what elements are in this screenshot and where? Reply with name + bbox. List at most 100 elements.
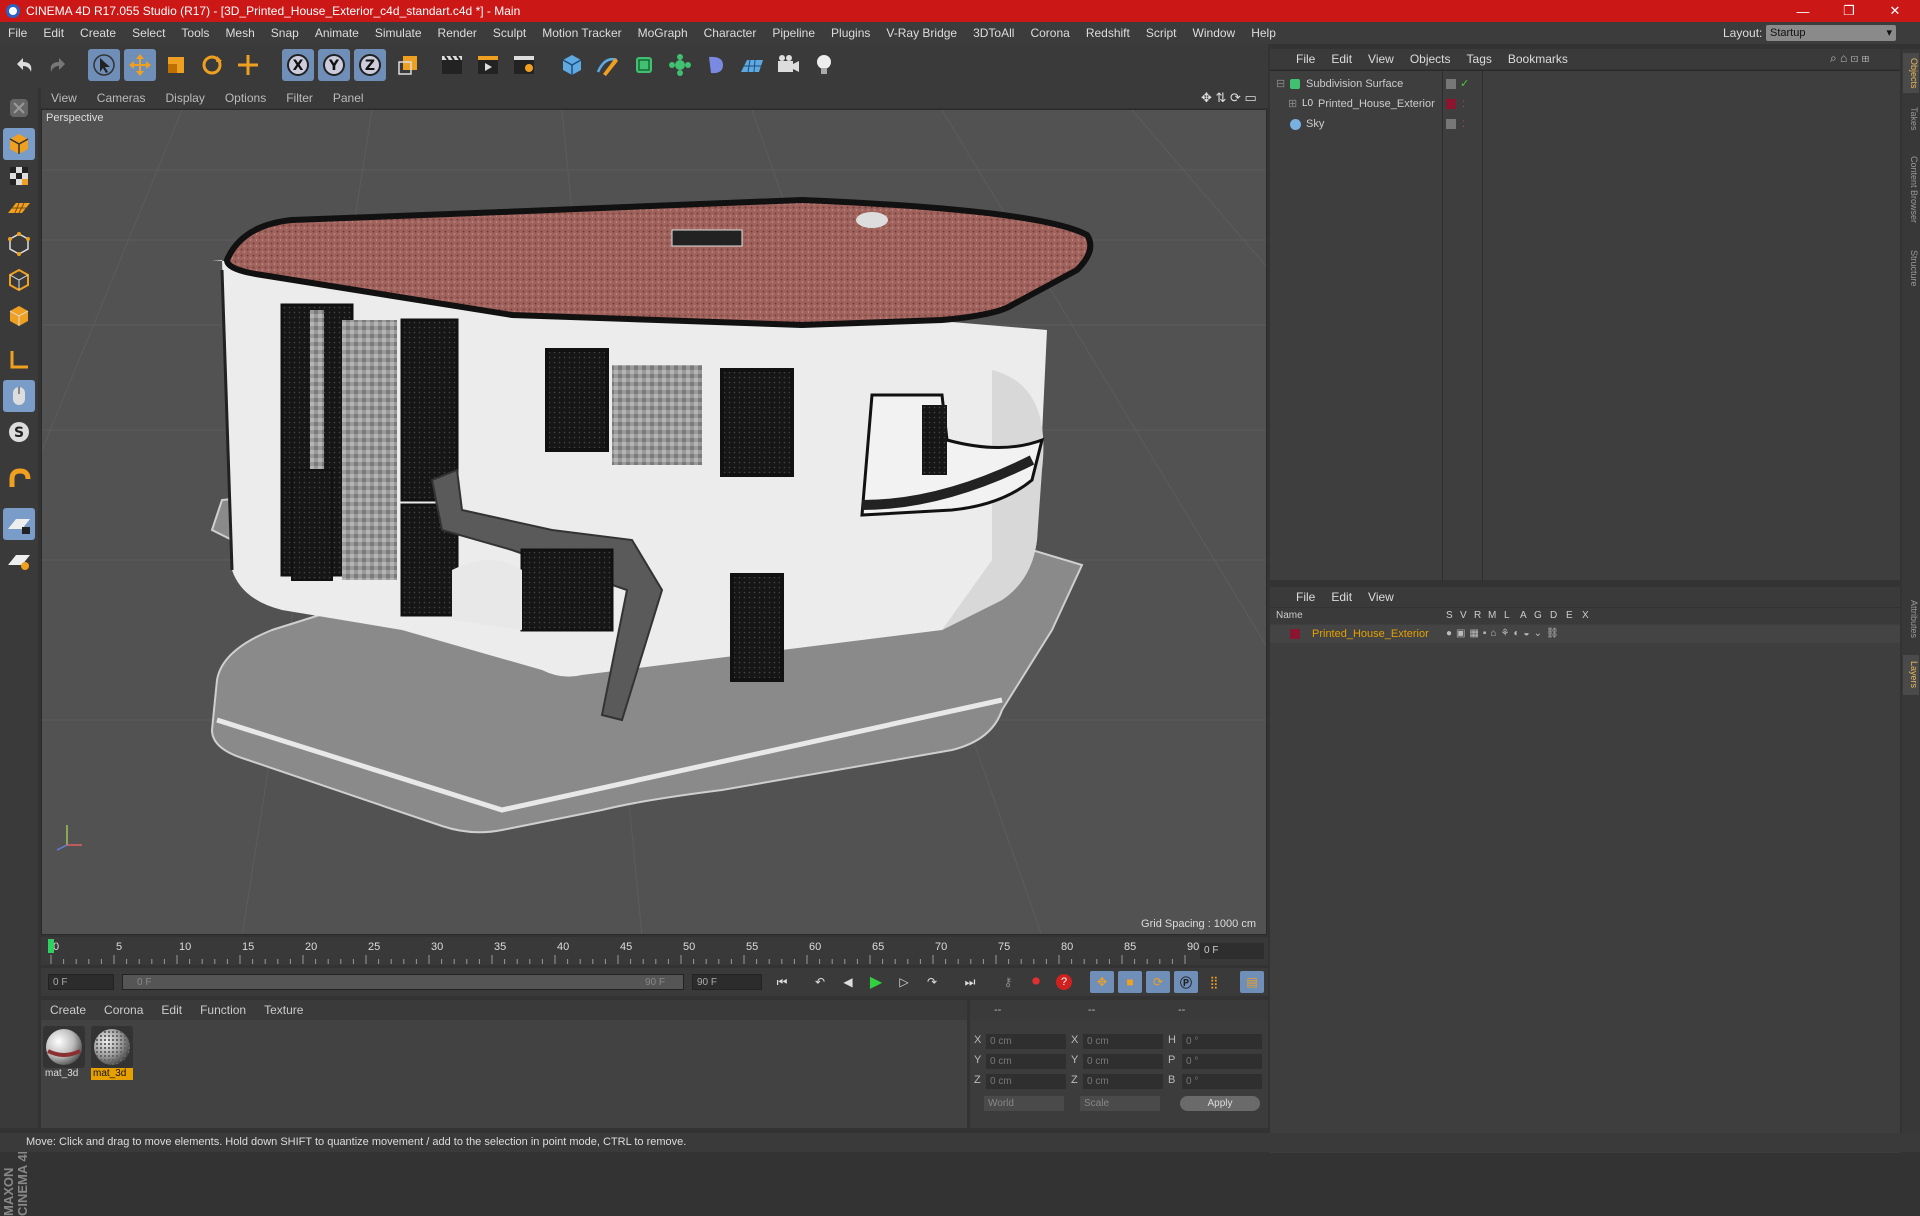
layout-dropdown[interactable]: Startup ▾ — [1766, 25, 1896, 41]
viewport-menu-options[interactable]: Options — [215, 91, 276, 105]
menu-tools[interactable]: Tools — [173, 26, 217, 40]
rot-b-field[interactable]: 0 ° — [1182, 1074, 1262, 1089]
object-menu-file[interactable]: File — [1270, 52, 1323, 66]
menu-window[interactable]: Window — [1185, 26, 1244, 40]
menu-help[interactable]: Help — [1243, 26, 1284, 40]
menu-select[interactable]: Select — [124, 26, 173, 40]
tab-layers[interactable]: Layers — [1903, 655, 1919, 695]
layer-toggle-icons[interactable]: ●▣▦▪⌂⚘◐◒⌄⛓ — [1446, 625, 1563, 643]
menu-character[interactable]: Character — [696, 26, 765, 40]
key-parameter-button[interactable]: Ⓟ — [1174, 971, 1198, 993]
visibility-dots-icon[interactable]: ⁚ — [1462, 95, 1465, 113]
enabled-check-icon[interactable]: ✓ — [1460, 75, 1469, 93]
goto-end-button[interactable]: ⏭ — [958, 971, 982, 993]
object-row[interactable]: ⊞ L0 Printed_House_Exterior ⁚ — [1270, 95, 1900, 113]
rot-h-field[interactable]: 0 ° — [1182, 1034, 1262, 1049]
menu-corona[interactable]: Corona — [1022, 26, 1077, 40]
menu-file[interactable]: File — [0, 26, 35, 40]
redo-button[interactable] — [42, 49, 74, 81]
size-z-field[interactable]: 0 cm — [1083, 1074, 1163, 1089]
next-key-button[interactable]: ↷ — [920, 971, 944, 993]
material-menu-edit[interactable]: Edit — [152, 1003, 191, 1017]
rot-p-field[interactable]: 0 ° — [1182, 1054, 1262, 1069]
tweak-mode-button[interactable] — [3, 380, 35, 412]
object-menu-objects[interactable]: Objects — [1402, 52, 1459, 66]
object-menu-view[interactable]: View — [1360, 52, 1402, 66]
material-swatch-selected[interactable]: mat_3d — [91, 1026, 133, 1080]
size-x-field[interactable]: 0 cm — [1083, 1034, 1163, 1049]
menu-snap[interactable]: Snap — [263, 26, 307, 40]
layer-menu-file[interactable]: File — [1270, 590, 1323, 604]
viewport-menu-filter[interactable]: Filter — [276, 91, 323, 105]
3d-viewport[interactable]: Perspective Grid Spacing : 1000 cm — [41, 109, 1267, 935]
range-slider[interactable]: 0 F 90 F — [122, 974, 684, 990]
material-menu-texture[interactable]: Texture — [255, 1003, 312, 1017]
viewport-nav-icons[interactable]: ✥ ⇅ ⟳ ▭ — [1201, 90, 1257, 106]
undo-button[interactable] — [8, 49, 40, 81]
menu-mesh[interactable]: Mesh — [217, 26, 262, 40]
select-tool-button[interactable] — [88, 49, 120, 81]
pos-x-field[interactable]: 0 cm — [986, 1034, 1066, 1049]
menu-redshift[interactable]: Redshift — [1078, 26, 1138, 40]
tab-attributes[interactable]: Attributes — [1903, 589, 1919, 649]
coordinate-mode-dropdown[interactable]: World — [984, 1096, 1064, 1111]
live-selection-button[interactable] — [232, 49, 264, 81]
material-menu-corona[interactable]: Corona — [95, 1003, 152, 1017]
workplane-mode-button[interactable] — [3, 192, 35, 224]
object-menu-edit[interactable]: Edit — [1323, 52, 1360, 66]
key-rotation-button[interactable]: ⟳ — [1146, 971, 1170, 993]
add-nurbs-button[interactable] — [628, 49, 660, 81]
texture-mode-button[interactable] — [3, 160, 35, 192]
workplane-align-button[interactable] — [3, 544, 35, 576]
viewport-menu-cameras[interactable]: Cameras — [87, 91, 156, 105]
add-cube-button[interactable] — [556, 49, 588, 81]
menu-animate[interactable]: Animate — [307, 26, 367, 40]
key-scale-button[interactable]: ■ — [1118, 971, 1142, 993]
workplane-lock-button[interactable] — [3, 508, 35, 540]
material-swatch[interactable]: mat_3d — [43, 1026, 85, 1080]
maximize-button[interactable]: ❐ — [1826, 0, 1872, 22]
add-deformer-button[interactable] — [700, 49, 732, 81]
y-axis-lock-button[interactable]: Y — [318, 49, 350, 81]
prev-key-button[interactable]: ↶ — [808, 971, 832, 993]
timeline-ruler[interactable]: 0 5 10 15 20 25 30 35 40 45 50 55 60 65 70 75 80 85 90 — [41, 937, 1268, 965]
end-frame-field[interactable]: 90 F — [692, 974, 762, 990]
close-button[interactable]: ✕ — [1872, 0, 1918, 22]
add-spline-button[interactable] — [592, 49, 624, 81]
z-axis-lock-button[interactable]: Z — [354, 49, 386, 81]
layer-menu-view[interactable]: View — [1360, 590, 1402, 604]
object-menu-bookmarks[interactable]: Bookmarks — [1500, 52, 1576, 66]
points-mode-button[interactable] — [3, 228, 35, 260]
object-menu-tags[interactable]: Tags — [1459, 52, 1500, 66]
viewport-menu-panel[interactable]: Panel — [323, 91, 374, 105]
make-editable-button[interactable] — [3, 92, 35, 124]
layer-row[interactable]: Printed_House_Exterior ●▣▦▪⌂⚘◐◒⌄⛓ — [1270, 625, 1900, 643]
rotate-tool-button[interactable] — [196, 49, 228, 81]
pos-z-field[interactable]: 0 cm — [986, 1074, 1066, 1089]
polygons-mode-button[interactable] — [3, 300, 35, 332]
menu-plugins[interactable]: Plugins — [823, 26, 878, 40]
tree-collapse-icon[interactable]: ⊟ — [1276, 75, 1285, 93]
key-position-button[interactable]: ✥ — [1090, 971, 1114, 993]
minimize-button[interactable]: — — [1780, 0, 1826, 22]
tree-expand-icon[interactable]: ⊞ — [1288, 95, 1297, 113]
goto-start-button[interactable]: ⏮ — [770, 971, 794, 993]
menu-3dtoall[interactable]: 3DToAll — [965, 26, 1022, 40]
model-mode-button[interactable] — [3, 128, 35, 160]
menu-script[interactable]: Script — [1138, 26, 1185, 40]
render-view-button[interactable] — [436, 49, 468, 81]
current-frame-field[interactable]: 0 F — [1200, 943, 1264, 959]
search-icon[interactable]: ⌕ ⌂ ⊡ ⊞ — [1830, 51, 1869, 66]
add-light-button[interactable] — [808, 49, 840, 81]
x-axis-lock-button[interactable]: X — [282, 49, 314, 81]
layer-color-swatch[interactable] — [1290, 629, 1300, 639]
tab-structure[interactable]: Structure — [1903, 243, 1919, 293]
material-menu-function[interactable]: Function — [191, 1003, 255, 1017]
visibility-dots-icon[interactable]: ⁚ — [1462, 115, 1465, 133]
keyframe-selection-button[interactable]: ? — [1052, 971, 1076, 993]
autokey-button[interactable]: ⏺ — [1024, 971, 1048, 993]
add-array-button[interactable] — [664, 49, 696, 81]
move-tool-button[interactable] — [124, 49, 156, 81]
next-frame-button[interactable]: ▷ — [892, 971, 916, 993]
menu-edit[interactable]: Edit — [35, 26, 72, 40]
